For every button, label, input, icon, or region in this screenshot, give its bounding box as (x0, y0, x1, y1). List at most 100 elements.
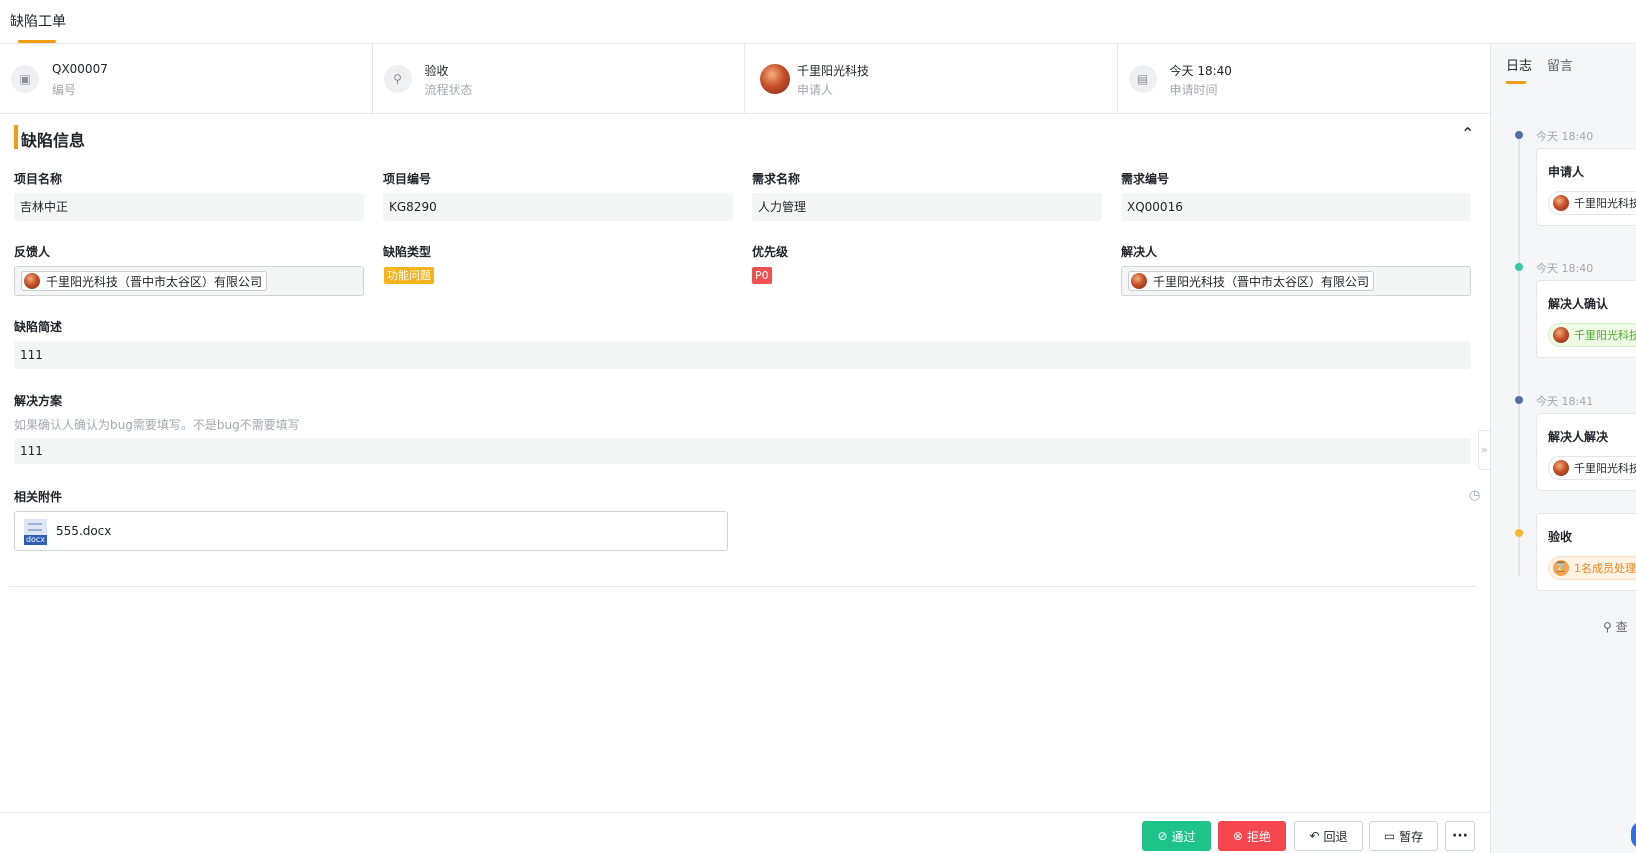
collapse-chevron-icon[interactable]: ⌃ (1461, 124, 1474, 143)
timeline-title: 解决人确认 (1548, 297, 1609, 311)
project-name-field: 吉林中正 (14, 193, 364, 221)
section-accent-bar (14, 125, 18, 149)
demand-code-field: XQ00016 (1121, 193, 1471, 221)
timeline-title: 解决人解决 (1548, 430, 1609, 444)
demand-name-field: 人力管理 (752, 193, 1102, 221)
applicant-name: 千里阳光科技 (797, 64, 870, 78)
attachment-filename[interactable]: 555.docx (56, 524, 111, 538)
defect-type-label: 缺陷类型 (383, 245, 432, 259)
user-avatar (1553, 327, 1569, 343)
attachments-label: 相关附件 (14, 490, 63, 504)
more-actions-button[interactable]: ··· (1445, 821, 1475, 851)
ticket-code-label: 编号 (52, 83, 77, 97)
reporter-field: 千里阳光科技（晋中市太谷区）有限公司 (14, 266, 364, 296)
reporter-name: 千里阳光科技（晋中市太谷区）有限公司 (46, 274, 263, 289)
timeline-card: 解决人确认 千里阳光科技 (1536, 280, 1636, 358)
summary-field: 111 (14, 341, 1471, 369)
user-avatar (1553, 195, 1569, 211)
timeline-dot (1515, 131, 1523, 139)
timeline-dot (1515, 529, 1523, 537)
flow-status: 验收 (424, 64, 449, 78)
active-tab-indicator (18, 40, 56, 43)
expand-panel-icon[interactable]: » (1478, 430, 1490, 470)
timeline-user-name: 千里阳光科技 (1574, 329, 1636, 342)
tab-comment[interactable]: 留言 (1547, 55, 1573, 74)
applicant-cell: 千里阳光科技 申请人 (745, 44, 1118, 114)
timeline-time: 今天 18:40 (1536, 130, 1594, 143)
timeline-time: 今天 18:40 (1536, 262, 1594, 275)
timeline-user: ⌛ 1名成员处理中 (1548, 556, 1636, 580)
reject-button[interactable]: ⊗ 拒绝 (1218, 821, 1286, 851)
action-bar: ⊘ 通过 ⊗ 拒绝 ↶ 回退 ▭ 暂存 ··· (0, 812, 1490, 853)
apply-time-cell: ▤ 今天 18:40 申请时间 (1118, 44, 1491, 114)
resolver-field: 千里阳光科技（晋中市太谷区）有限公司 (1121, 266, 1471, 296)
demand-code-label: 需求编号 (1121, 172, 1170, 186)
summary-label: 缺陷简述 (14, 320, 63, 334)
id-card-icon: ▣ (11, 65, 39, 93)
resolver-label: 解决人 (1121, 245, 1158, 259)
solution-label: 解决方案 (14, 394, 63, 408)
timeline-line (1518, 136, 1520, 576)
save-icon: ▭ (1383, 829, 1396, 843)
timeline-user-name: 千里阳光科技 (1574, 197, 1636, 210)
top-tab-bar: 缺陷工单 (0, 0, 1636, 44)
tab-log[interactable]: 日志 (1506, 55, 1532, 74)
content-divider (9, 586, 1477, 587)
reporter-label: 反馈人 (14, 245, 51, 259)
ticket-code: QX00007 (52, 62, 108, 76)
reporter-avatar (24, 273, 40, 289)
hourglass-icon: ⌛ (1553, 560, 1569, 576)
view-flow-link[interactable]: ⚲ 查 (1603, 618, 1628, 635)
timeline-user-name: 千里阳光科技 (1574, 462, 1636, 475)
timeline-card: 验收 ⌛ 1名成员处理中 (1536, 513, 1636, 591)
demand-name-label: 需求名称 (752, 172, 801, 186)
save-draft-button[interactable]: ▭ 暂存 (1369, 821, 1438, 851)
check-circle-icon: ⊘ (1157, 829, 1168, 843)
project-name-label: 项目名称 (14, 172, 63, 186)
ticket-code-cell: ▣ QX00007 编号 (0, 44, 373, 114)
timeline-dot (1515, 263, 1523, 271)
timeline-user-name: 1名成员处理中 (1574, 562, 1636, 575)
docx-badge: docx (24, 535, 47, 545)
timeline-title: 申请人 (1548, 165, 1585, 179)
tab-defect-ticket[interactable]: 缺陷工单 (10, 11, 66, 31)
timeline-time: 今天 18:41 (1536, 395, 1594, 408)
close-circle-icon: ⊗ (1232, 829, 1244, 843)
reporter-chip: 千里阳光科技（晋中市太谷区）有限公司 (21, 271, 268, 291)
timeline-user: 千里阳光科技 (1548, 456, 1636, 480)
undo-icon: ↶ (1309, 829, 1320, 843)
section-title: 缺陷信息 (21, 131, 86, 150)
approve-button[interactable]: ⊘ 通过 (1142, 821, 1211, 851)
ticket-summary-strip: ▣ QX00007 编号 ⚲ 验收 流程状态 千里阳光科技 申请人 ▤ 今天 1… (0, 44, 1490, 114)
timeline-card: 申请人 千里阳光科技 (1536, 148, 1636, 226)
timeline-dot (1515, 396, 1523, 404)
rollback-button[interactable]: ↶ 回退 (1294, 821, 1363, 851)
attachment-item[interactable]: docx 555.docx (14, 511, 728, 551)
priority-tag: P0 (752, 267, 772, 284)
timeline-user: 千里阳光科技 (1548, 323, 1636, 347)
applicant-label: 申请人 (797, 83, 834, 97)
project-code-field: KG8290 (383, 193, 733, 221)
flow-status-cell: ⚲ 验收 流程状态 (373, 44, 745, 114)
applicant-avatar (760, 64, 790, 94)
history-icon[interactable]: ◷ (1469, 488, 1480, 503)
priority-label: 优先级 (752, 245, 789, 259)
apply-time: 今天 18:40 (1169, 64, 1232, 78)
solution-hint: 如果确认人确认为bug需要填写。不是bug不需要填写 (14, 418, 300, 432)
timeline-title: 验收 (1548, 530, 1573, 544)
active-log-indicator (1506, 81, 1526, 84)
timeline-card: 解决人解决 千里阳光科技 (1536, 413, 1636, 491)
resolver-name: 千里阳光科技（晋中市太谷区）有限公司 (1153, 274, 1370, 289)
calendar-icon: ▤ (1128, 65, 1157, 93)
activity-panel: 日志 留言 今天 18:40 申请人 千里阳光科技 今天 18:40 解决人确认… (1490, 44, 1636, 853)
flow-status-label: 流程状态 (424, 83, 473, 97)
solution-field: 111 (14, 438, 1471, 464)
apply-time-label: 申请时间 (1169, 83, 1218, 97)
flow-chart-icon: ⚲ (1603, 620, 1616, 634)
resolver-avatar (1131, 273, 1147, 289)
defect-type-tag: 功能问题 (384, 267, 434, 284)
user-avatar (1553, 460, 1569, 476)
timeline-user: 千里阳光科技 (1548, 191, 1636, 215)
project-code-label: 项目编号 (383, 172, 432, 186)
docx-file-icon: docx (24, 519, 47, 545)
